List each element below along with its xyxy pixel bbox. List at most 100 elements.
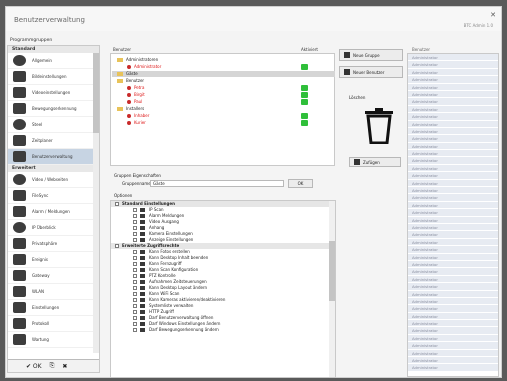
list-item[interactable]: Administrator [408, 68, 498, 77]
nav-item[interactable]: Privatsphäre [8, 236, 99, 252]
nav-item[interactable]: Ereignis [8, 252, 99, 268]
list-item[interactable]: Administrator [408, 320, 498, 328]
nav-item[interactable]: Einstellungen [8, 300, 99, 316]
permission-checkbox[interactable] [133, 304, 137, 308]
permissions-scrollbar[interactable] [329, 201, 335, 377]
close-icon[interactable]: ✕ [490, 11, 496, 19]
nav-item[interactable]: FileSync [8, 188, 99, 204]
permission-checkbox[interactable] [133, 286, 137, 290]
nav-group-header[interactable]: Erweitert [8, 165, 99, 172]
list-item[interactable]: Administrator [408, 142, 498, 151]
nav-item[interactable]: Gateway [8, 268, 99, 284]
tree-user-row[interactable]: Birgit [125, 92, 145, 98]
active-checkbox[interactable] [301, 113, 308, 119]
list-item[interactable]: Administrator [408, 327, 498, 335]
active-checkbox[interactable] [301, 64, 308, 70]
list-item[interactable]: Administrator [408, 223, 498, 232]
nav-item[interactable]: Video / Webseiten [8, 172, 99, 188]
nav-item[interactable]: WLAN [8, 284, 99, 300]
permission-checkbox[interactable] [115, 244, 119, 248]
list-item[interactable]: Administrator [408, 275, 498, 284]
list-item[interactable]: Administrator [408, 113, 498, 121]
nav-item[interactable]: Protokoll [8, 316, 99, 332]
nav-scrollbar[interactable] [93, 53, 99, 353]
copy-icon[interactable]: ⎘ [50, 362, 55, 370]
list-item[interactable]: Administrator [408, 105, 498, 114]
active-checkbox[interactable] [301, 92, 308, 98]
list-item[interactable]: Administrator [408, 164, 498, 173]
permission-checkbox[interactable] [133, 280, 137, 284]
nav-item[interactable]: Zeitplaner [8, 133, 99, 149]
permission-checkbox[interactable] [133, 322, 137, 326]
tree-group-row[interactable]: Gäste [112, 71, 335, 77]
permission-checkbox[interactable] [133, 208, 137, 212]
permission-checkbox[interactable] [133, 292, 137, 296]
list-item[interactable]: Administrator [408, 83, 498, 91]
trash-icon[interactable] [363, 108, 395, 144]
new-group-button[interactable]: Neue Gruppe [339, 49, 403, 61]
list-item[interactable]: Administrator [408, 194, 498, 202]
list-item[interactable]: Administrator [408, 268, 498, 276]
list-item[interactable]: Administrator [408, 172, 498, 180]
nav-item[interactable]: Allgemein [8, 53, 99, 69]
permission-checkbox[interactable] [133, 262, 137, 266]
tree-group-row[interactable]: Administratoren [115, 57, 158, 63]
nav-item[interactable]: Benutzerverwaltung [8, 149, 99, 165]
permission-checkbox[interactable] [133, 238, 137, 242]
permission-checkbox[interactable] [133, 328, 137, 332]
list-item[interactable]: Administrator [408, 201, 498, 210]
list-item[interactable]: Administrator [408, 120, 498, 128]
nav-item[interactable]: IP Überblick [8, 220, 99, 236]
tree-user-row[interactable]: Kurier [125, 120, 146, 126]
list-item[interactable]: Administrator [408, 290, 498, 298]
list-item[interactable]: Administrator [408, 135, 498, 143]
nav-item[interactable]: Videoeinstellungen [8, 85, 99, 101]
list-item[interactable]: Administrator [408, 364, 498, 372]
list-item[interactable]: Administrator [408, 312, 498, 321]
list-item[interactable]: Administrator [408, 209, 498, 217]
permission-checkbox[interactable] [133, 226, 137, 230]
nav-item[interactable]: Steel [8, 117, 99, 133]
list-item[interactable]: Administrator [408, 187, 498, 195]
permission-checkbox[interactable] [133, 250, 137, 254]
close-button[interactable]: ✖ [62, 363, 67, 370]
nav-item[interactable]: Bewegungserkennung [8, 101, 99, 117]
list-item[interactable]: Administrator [408, 246, 498, 254]
add-button[interactable]: Zufügen [349, 157, 401, 167]
permission-checkbox[interactable] [133, 214, 137, 218]
active-checkbox[interactable] [301, 120, 308, 126]
permission-checkbox[interactable] [133, 310, 137, 314]
list-item[interactable]: Administrator [408, 231, 498, 239]
permission-checkbox[interactable] [133, 268, 137, 272]
list-item[interactable]: Administrator [408, 157, 498, 165]
new-user-button[interactable]: Neuer Benutzer [339, 66, 403, 78]
list-item[interactable]: Administrator [408, 349, 498, 358]
active-checkbox[interactable] [301, 99, 308, 105]
list-item[interactable]: Administrator [408, 90, 498, 99]
list-item[interactable]: Administrator [408, 238, 498, 247]
list-item[interactable]: Administrator [408, 61, 498, 69]
list-item[interactable]: Administrator [408, 283, 498, 291]
active-checkbox[interactable] [301, 85, 308, 91]
ok-button[interactable]: ✔ OK [26, 363, 42, 370]
list-item[interactable]: Administrator [408, 260, 498, 269]
list-item[interactable]: Administrator [408, 216, 498, 224]
permission-checkbox[interactable] [133, 274, 137, 278]
tree-user-row[interactable]: Administrator [125, 64, 161, 70]
tree-group-row[interactable]: Installers [115, 106, 144, 112]
nav-item[interactable]: Alarm / Meldungen [8, 204, 99, 220]
permission-row[interactable]: Darf Bewegungserkennung ändern [111, 327, 335, 333]
permission-checkbox[interactable] [133, 316, 137, 320]
list-item[interactable]: Administrator [408, 253, 498, 261]
nav-item[interactable]: Wartung [8, 332, 99, 348]
nav-item[interactable]: Bildeinstellungen [8, 69, 99, 85]
group-ok-button[interactable]: OK [288, 179, 313, 188]
list-item[interactable]: Administrator [408, 357, 498, 365]
list-item[interactable]: Administrator [408, 127, 498, 136]
tree-user-row[interactable]: Petra [125, 85, 144, 91]
list-item[interactable]: Administrator [408, 179, 498, 188]
list-item[interactable]: Administrator [408, 98, 498, 106]
nav-group-header[interactable]: Standard [8, 46, 99, 53]
list-item[interactable]: Administrator [408, 54, 498, 62]
permission-checkbox[interactable] [115, 202, 119, 206]
